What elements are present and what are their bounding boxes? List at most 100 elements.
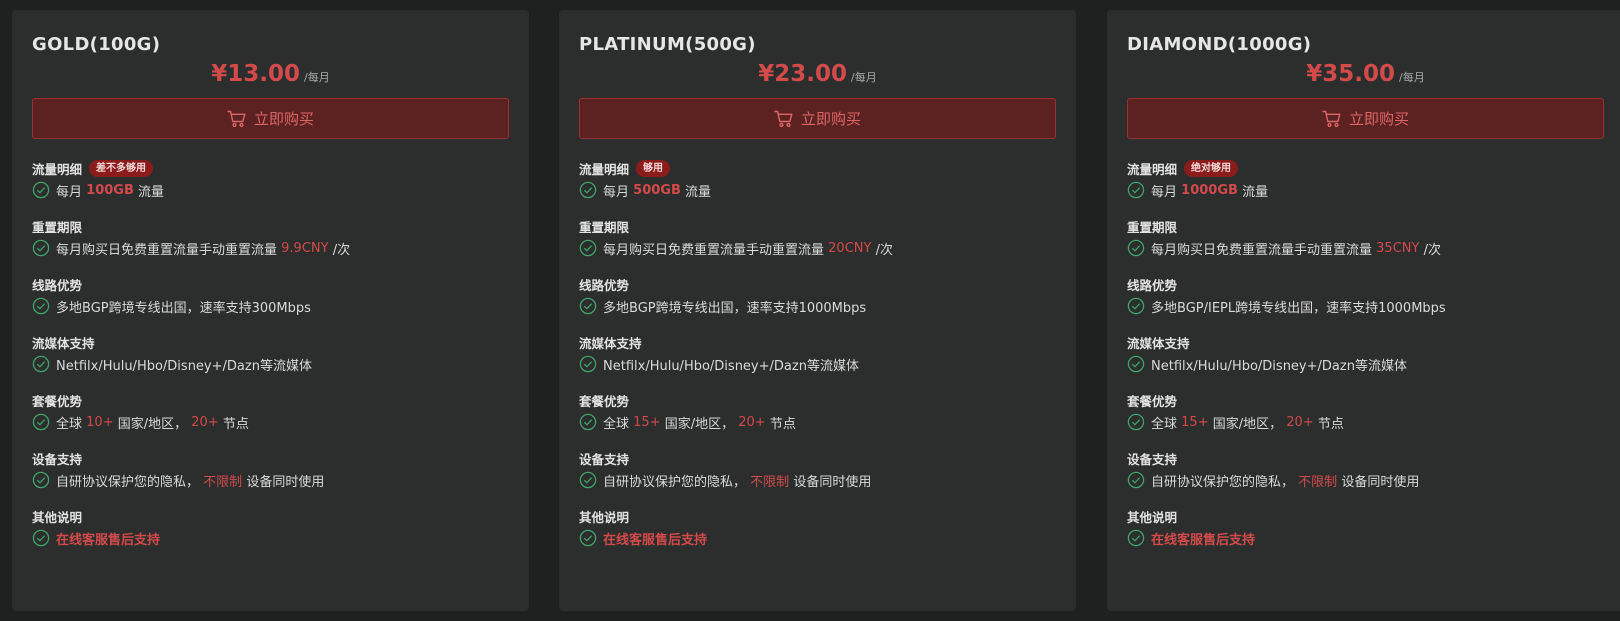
feature-text: 节点 xyxy=(1317,416,1344,432)
pricing-page: GOLD(100G) ¥13.00/每月 立即购买 流量明细 差不多够用 每月 1… xyxy=(0,0,1620,621)
check-circle-icon xyxy=(1127,529,1145,547)
feature-list: 流量明细 绝对够用 每月 1000GB 流量 重置期限 每月购买日免费重置流量手动… xyxy=(1127,159,1604,550)
price-row: ¥13.00/每月 xyxy=(32,61,509,95)
feature-text: 多地BGP跨境专线出国，速率支持300Mbps xyxy=(56,300,311,316)
plan-card-platinum: PLATINUM(500G) ¥23.00/每月 立即购买 流量明细 够用 每月 … xyxy=(559,10,1076,611)
line-feature: 多地BGP跨境专线出国，速率支持300Mbps xyxy=(32,294,509,318)
feature-list: 流量明细 够用 每月 500GB 流量 重置期限 每月购买日免费重置流量手动重置流… xyxy=(579,159,1056,550)
feature-text: 国家/地区， xyxy=(117,416,188,432)
buy-button-label: 立即购买 xyxy=(1348,110,1409,128)
feature-text: 流量 xyxy=(138,184,165,200)
plan-section-label: 套餐优势 xyxy=(1127,394,1178,409)
check-circle-icon xyxy=(579,529,597,547)
plan-title: DIAMOND(1000G) xyxy=(1127,34,1312,55)
device-section-label: 设备支持 xyxy=(1127,452,1178,467)
reset-section-label: 重置期限 xyxy=(579,220,630,235)
feature-text: Netfilx/Hulu/Hbo/Disney+/Dazn等流媒体 xyxy=(56,358,312,374)
line-section-label: 线路优势 xyxy=(1127,278,1178,293)
device-section-label: 设备支持 xyxy=(32,452,83,467)
traffic-section-label: 流量明细 够用 xyxy=(579,159,1056,178)
line-feature: 多地BGP/IEPL跨境专线出国，速率支持1000Mbps xyxy=(1127,294,1604,318)
feature-text: 自研协议保护您的隐私， xyxy=(1151,474,1295,490)
feature-text: 国家/地区， xyxy=(664,416,735,432)
feature-text: /次 xyxy=(1423,242,1441,258)
plan-price: ¥35.00 xyxy=(1306,61,1396,87)
feature-text: 多地BGP/IEPL跨境专线出国，速率支持1000Mbps xyxy=(1151,300,1446,316)
plan-feature: 全球 15+ 国家/地区， 20+ 节点 xyxy=(1127,410,1604,434)
feature-text: 全球 xyxy=(56,416,83,432)
buy-now-button[interactable]: 立即购买 xyxy=(1127,98,1604,139)
buy-now-button[interactable]: 立即购买 xyxy=(579,98,1056,139)
plan-feature: 全球 15+ 国家/地区， 20+ 节点 xyxy=(579,410,1056,434)
unlimited-text: 不限制 xyxy=(1298,474,1338,490)
device-section-label: 设备支持 xyxy=(579,452,630,467)
feature-text: 设备同时使用 xyxy=(793,474,872,490)
feature-text: 每月 xyxy=(603,184,630,200)
plan-price: ¥13.00 xyxy=(211,61,301,87)
other-feature: 在线客服售后支持 xyxy=(32,526,509,550)
country-count: 15+ xyxy=(633,414,661,430)
reset-section-label: 重置期限 xyxy=(1127,220,1178,235)
device-feature: 自研协议保护您的隐私， 不限制 设备同时使用 xyxy=(1127,468,1604,492)
check-circle-icon xyxy=(1127,413,1145,431)
price-period: /每月 xyxy=(851,71,877,84)
feature-text: 每月 xyxy=(56,184,83,200)
check-circle-icon xyxy=(1127,355,1145,373)
country-count: 15+ xyxy=(1181,414,1209,430)
feature-text: Netfilx/Hulu/Hbo/Disney+/Dazn等流媒体 xyxy=(603,358,859,374)
price-row: ¥35.00/每月 xyxy=(1127,61,1604,95)
check-circle-icon xyxy=(32,471,50,489)
feature-text: 设备同时使用 xyxy=(246,474,325,490)
plan-feature: 全球 10+ 国家/地区， 20+ 节点 xyxy=(32,410,509,434)
feature-text: 每月购买日免费重置流量手动重置流量 xyxy=(56,242,278,258)
stream-section-label: 流媒体支持 xyxy=(579,336,642,351)
traffic-amount: 100GB xyxy=(86,182,134,198)
feature-text: 国家/地区， xyxy=(1212,416,1283,432)
line-section-label: 线路优势 xyxy=(32,278,83,293)
other-section-label: 其他说明 xyxy=(579,510,630,525)
node-count: 20+ xyxy=(191,414,219,430)
other-feature: 在线客服售后支持 xyxy=(1127,526,1604,550)
check-circle-icon xyxy=(579,413,597,431)
other-section-label: 其他说明 xyxy=(1127,510,1178,525)
node-count: 20+ xyxy=(1286,414,1314,430)
check-circle-icon xyxy=(32,297,50,315)
feature-text: 每月 xyxy=(1151,184,1178,200)
buy-now-button[interactable]: 立即购买 xyxy=(32,98,509,139)
feature-text: /次 xyxy=(875,242,893,258)
stream-feature: Netfilx/Hulu/Hbo/Disney+/Dazn等流媒体 xyxy=(1127,352,1604,376)
feature-list: 流量明细 差不多够用 每月 100GB 流量 重置期限 每月购买日免费重置流量手动… xyxy=(32,159,509,550)
support-text: 在线客服售后支持 xyxy=(56,532,161,548)
feature-text: 自研协议保护您的隐私， xyxy=(603,474,747,490)
cart-icon xyxy=(227,110,247,128)
traffic-badge: 够用 xyxy=(636,160,671,177)
buy-button-label: 立即购买 xyxy=(253,110,314,128)
traffic-section-label: 流量明细 绝对够用 xyxy=(1127,159,1604,178)
feature-text: 节点 xyxy=(769,416,796,432)
node-count: 20+ xyxy=(738,414,766,430)
section-label-text: 流量明细 xyxy=(579,162,630,177)
feature-text: 自研协议保护您的隐私， xyxy=(56,474,200,490)
traffic-feature: 每月 500GB 流量 xyxy=(579,178,1056,202)
price-period: /每月 xyxy=(1399,71,1425,84)
traffic-badge: 差不多够用 xyxy=(89,160,154,177)
section-label-text: 流量明细 xyxy=(1127,162,1178,177)
cart-icon xyxy=(1322,110,1342,128)
line-feature: 多地BGP跨境专线出国，速率支持1000Mbps xyxy=(579,294,1056,318)
plan-title: GOLD(100G) xyxy=(32,34,161,55)
support-text: 在线客服售后支持 xyxy=(603,532,708,548)
reset-feature: 每月购买日免费重置流量手动重置流量 9.9CNY /次 xyxy=(32,236,509,260)
cart-icon xyxy=(774,110,794,128)
other-feature: 在线客服售后支持 xyxy=(579,526,1056,550)
check-circle-icon xyxy=(579,297,597,315)
reset-price: 35CNY xyxy=(1376,240,1420,256)
feature-text: 每月购买日免费重置流量手动重置流量 xyxy=(603,242,825,258)
reset-section-label: 重置期限 xyxy=(32,220,83,235)
check-circle-icon xyxy=(32,355,50,373)
check-circle-icon xyxy=(32,239,50,257)
country-count: 10+ xyxy=(86,414,114,430)
reset-price: 20CNY xyxy=(828,240,872,256)
plan-price: ¥23.00 xyxy=(758,61,848,87)
price-period: /每月 xyxy=(304,71,330,84)
feature-text: 设备同时使用 xyxy=(1341,474,1420,490)
